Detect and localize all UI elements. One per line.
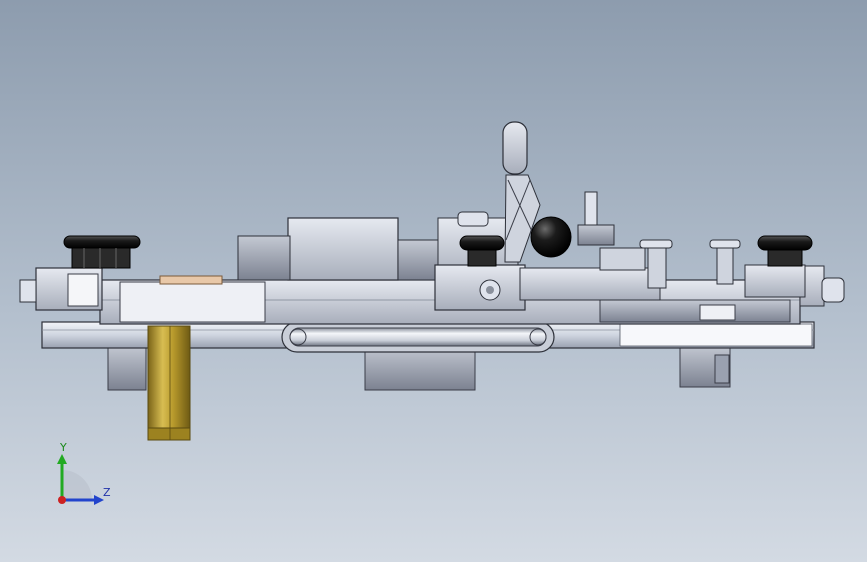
knob-left[interactable] xyxy=(63,235,141,269)
knob-right[interactable] xyxy=(757,235,813,267)
guide-rod xyxy=(281,321,555,353)
ball-knob[interactable] xyxy=(530,216,572,258)
axis-y-label: Y xyxy=(60,441,67,454)
axis-z-label: Z xyxy=(103,486,111,499)
toggle-clamp[interactable] xyxy=(502,121,646,271)
cad-viewport[interactable]: Y Z xyxy=(0,0,867,562)
brass-pin xyxy=(147,325,191,441)
